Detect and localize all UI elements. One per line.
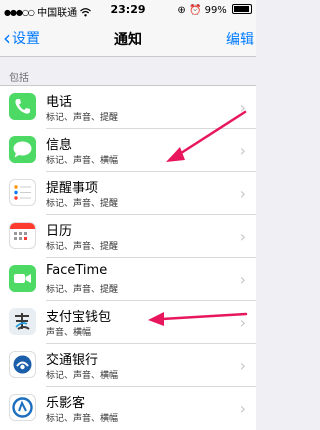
chevron-right-icon: › xyxy=(239,399,246,418)
battery-percent: 99% xyxy=(204,5,227,16)
edit-button[interactable]: 编辑 xyxy=(226,29,254,49)
row-subtitle: 标记、声音、横幅 xyxy=(46,371,119,381)
page-title: 通知 xyxy=(114,32,142,48)
chevron-right-icon: › xyxy=(239,184,246,203)
list-item-reminders[interactable]: 提醒事项 标记、声音、提醒 › xyxy=(0,172,256,215)
chevron-right-icon: › xyxy=(239,141,246,160)
alipay-wallet-icon xyxy=(9,308,36,335)
row-title: FaceTime xyxy=(46,263,108,278)
phone-icon xyxy=(9,93,36,120)
calendar-icon xyxy=(9,222,36,249)
chevron-right-icon: › xyxy=(239,313,246,332)
chevron-right-icon: › xyxy=(239,227,246,246)
lock-rotation-icon: ⊕ xyxy=(177,5,186,16)
row-title: 提醒事项 xyxy=(46,181,99,196)
row-subtitle: 标记、声音、横幅 xyxy=(46,156,119,166)
row-subtitle: 标记、声音、提醒 xyxy=(46,199,119,209)
list-item-bocom[interactable]: 交通银行 标记、声音、横幅 › xyxy=(0,344,256,387)
list-item-messages[interactable]: 信息 标记、声音、横幅 › xyxy=(0,129,256,172)
status-bar: ●●●○○ 中国联通 23:29 ⊕ ⏰ 99% xyxy=(0,0,256,20)
alarm-icon: ⏰ xyxy=(188,5,202,16)
battery-icon xyxy=(232,4,252,14)
row-subtitle: 标记、声音、提醒 xyxy=(46,285,119,295)
list-item-alipay[interactable]: 支付宝钱包 声音、横幅 › xyxy=(0,301,256,344)
row-subtitle: 声音、横幅 xyxy=(46,328,92,338)
bank-logo-icon xyxy=(9,351,36,378)
row-subtitle: 标记、声音、提醒 xyxy=(46,242,119,252)
row-title: 支付宝钱包 xyxy=(46,310,112,325)
facetime-icon xyxy=(9,265,36,292)
chevron-right-icon: › xyxy=(239,270,246,289)
status-right: ⊕ ⏰ 99% xyxy=(177,4,252,16)
row-title: 信息 xyxy=(46,138,73,153)
list-item-phone[interactable]: 电话 标记、声音、提醒 › xyxy=(0,86,256,129)
row-title: 电话 xyxy=(46,95,73,110)
list-item-leyingke[interactable]: 乐影客 标记、声音、横幅 › xyxy=(0,387,256,430)
row-title: 乐影客 xyxy=(46,396,86,411)
row-title: 日历 xyxy=(46,224,73,239)
chevron-right-icon: › xyxy=(239,356,246,375)
chevron-right-icon: › xyxy=(239,98,246,117)
row-subtitle: 标记、声音、提醒 xyxy=(46,113,119,123)
leyingke-icon xyxy=(9,394,36,421)
reminders-icon xyxy=(9,179,36,206)
app-list: 电话 标记、声音、提醒 › 信息 标记、声音、横幅 › 提醒事项 标记、声音、提… xyxy=(0,85,256,430)
list-item-calendar[interactable]: 日历 标记、声音、提醒 › xyxy=(0,215,256,258)
list-item-facetime[interactable]: FaceTime 标记、声音、提醒 › xyxy=(0,258,256,301)
messages-icon xyxy=(9,136,36,163)
row-title: 交通银行 xyxy=(46,353,99,368)
section-header: 包括 xyxy=(9,73,29,84)
nav-bar: ‹设置 通知 编辑 xyxy=(0,20,256,57)
